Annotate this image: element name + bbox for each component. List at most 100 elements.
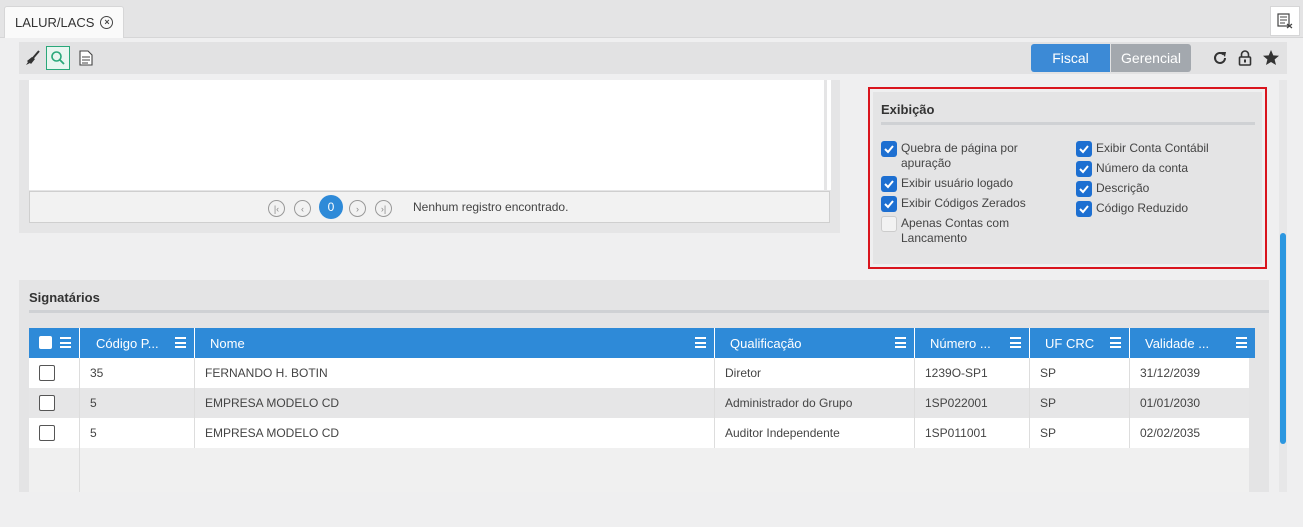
checkbox[interactable] [1076, 181, 1092, 197]
current-page[interactable]: 0 [319, 195, 343, 219]
column-menu-icon[interactable] [1110, 337, 1121, 348]
checkbox[interactable] [881, 196, 897, 212]
column-validade[interactable]: Validade ... [1130, 328, 1255, 358]
tab-lalur-lacs[interactable]: LALUR/LACS × [4, 6, 124, 38]
checkbox[interactable] [881, 176, 897, 192]
check-icon [884, 145, 894, 154]
option-label: Exibir Conta Contábil [1096, 141, 1209, 155]
column-qualificacao[interactable]: Qualificação [715, 328, 915, 358]
cell-nome: EMPRESA MODELO CD [195, 388, 715, 418]
checkbox[interactable] [1076, 141, 1092, 157]
checkbox[interactable] [1076, 161, 1092, 177]
option-descricao[interactable]: Descrição [1076, 181, 1149, 197]
column-menu-icon[interactable] [175, 337, 186, 348]
exibicao-highlight: Exibição Quebra de página por apuração E… [868, 87, 1267, 269]
column-menu-icon[interactable] [695, 337, 706, 348]
column-uf-crc[interactable]: UF CRC [1030, 328, 1130, 358]
column-header: UF CRC [1045, 335, 1095, 351]
cell-codigo: 35 [80, 358, 195, 388]
column-nome[interactable]: Nome [195, 328, 715, 358]
prev-page-button[interactable]: ‹ [294, 200, 311, 217]
column-menu-icon[interactable] [60, 337, 71, 348]
checkbox[interactable] [881, 141, 897, 157]
option-numero-conta[interactable]: Número da conta [1076, 161, 1188, 177]
tab-bar: LALUR/LACS × [0, 0, 1303, 38]
check-icon [1079, 165, 1089, 174]
toolbar: Fiscal Gerencial [19, 42, 1287, 74]
cell-qualificacao: Auditor Independente [715, 418, 915, 448]
chevron-left-icon: ‹ [301, 203, 304, 214]
table-row[interactable]: 35 FERNANDO H. BOTIN Diretor 1239O-SP1 S… [29, 358, 1249, 388]
page-scrollbar[interactable] [1279, 80, 1287, 492]
checkbox[interactable] [881, 216, 897, 232]
option-label: Quebra de página por apuração [901, 141, 1018, 170]
last-page-icon: ›| [380, 203, 387, 214]
next-page-button[interactable]: › [349, 200, 366, 217]
cell-numero: 1SP022001 [915, 388, 1030, 418]
close-icon[interactable]: × [100, 16, 114, 29]
option-conta-contabil[interactable]: Exibir Conta Contábil [1076, 141, 1209, 157]
row-checkbox-cell [29, 388, 80, 418]
refresh-icon [1214, 51, 1226, 64]
option-apenas-contas[interactable]: Apenas Contas com Lancamento [881, 216, 1041, 246]
checkbox[interactable] [1076, 201, 1092, 217]
option-codigos-zerados[interactable]: Exibir Códigos Zerados [881, 196, 1026, 212]
broom-icon [26, 50, 40, 65]
column-codigo[interactable]: Código P... [80, 328, 195, 358]
column-header: Número ... [930, 335, 991, 351]
column-menu-icon[interactable] [1010, 337, 1021, 348]
grid-empty-area [29, 448, 1249, 492]
column-menu-icon[interactable] [1236, 337, 1247, 348]
option-label: Descrição [1096, 181, 1150, 195]
pagination: |‹ ‹ 0 › ›| Nenhum registro encontrado. [29, 191, 830, 223]
column-numero[interactable]: Número ... [915, 328, 1030, 358]
column-menu-icon[interactable] [895, 337, 906, 348]
option-codigo-reduzido[interactable]: Código Reduzido [1076, 201, 1188, 217]
check-icon [1079, 205, 1089, 214]
row-checkbox-cell [29, 358, 80, 388]
cell-validade: 01/01/2030 [1140, 396, 1201, 410]
chevron-right-icon: › [356, 203, 359, 214]
column-header: Qualificação [730, 335, 802, 351]
results-scrollbar[interactable] [827, 80, 831, 190]
row-checkbox[interactable] [39, 425, 55, 441]
scrollbar-thumb[interactable] [1280, 233, 1286, 444]
search-button[interactable] [46, 46, 70, 70]
cell-codigo: 5 [80, 388, 195, 418]
lock-icon [1238, 50, 1252, 66]
select-all-column [29, 328, 80, 358]
first-page-button[interactable]: |‹ [268, 200, 285, 217]
fiscal-button[interactable]: Fiscal [1031, 44, 1110, 72]
row-checkbox[interactable] [39, 365, 55, 381]
signatarios-title: Signatários [29, 290, 100, 305]
document-icon [79, 50, 93, 66]
exibicao-panel: Exibição Quebra de página por apuração E… [873, 92, 1262, 264]
refresh-button[interactable] [1208, 46, 1232, 70]
cell-numero: 1239O-SP1 [915, 358, 1030, 388]
grid-empty-column [29, 448, 80, 492]
clear-filter-button[interactable] [21, 46, 45, 70]
cell-nome: EMPRESA MODELO CD [195, 418, 715, 448]
results-list [29, 80, 824, 190]
grid-header: Código P... Nome Qualificação Número ...… [29, 328, 1255, 358]
column-header: Validade ... [1145, 335, 1210, 351]
last-page-button[interactable]: ›| [375, 200, 392, 217]
select-all-checkbox[interactable] [39, 336, 52, 349]
check-icon [1079, 145, 1089, 154]
cell-numero: 1SP011001 [915, 418, 1030, 448]
close-all-tabs-button[interactable] [1270, 6, 1300, 36]
window-list-icon [1277, 13, 1293, 29]
option-exibir-usuario[interactable]: Exibir usuário logado [881, 176, 1013, 192]
report-button[interactable] [74, 46, 98, 70]
row-checkbox[interactable] [39, 395, 55, 411]
lock-button[interactable] [1233, 46, 1257, 70]
check-icon [884, 180, 894, 189]
favorite-button[interactable] [1259, 46, 1283, 70]
option-quebra-pagina[interactable]: Quebra de página por apuração [881, 141, 1061, 171]
table-row[interactable]: 5 EMPRESA MODELO CD Administrador do Gru… [29, 388, 1249, 418]
gerencial-button[interactable]: Gerencial [1111, 44, 1191, 72]
table-row[interactable]: 5 EMPRESA MODELO CD Auditor Independente… [29, 418, 1249, 448]
cell-nome: FERNANDO H. BOTIN [195, 358, 715, 388]
cell-uf: SP [1030, 418, 1130, 448]
view-mode-toggle: Fiscal Gerencial [1031, 44, 1191, 72]
